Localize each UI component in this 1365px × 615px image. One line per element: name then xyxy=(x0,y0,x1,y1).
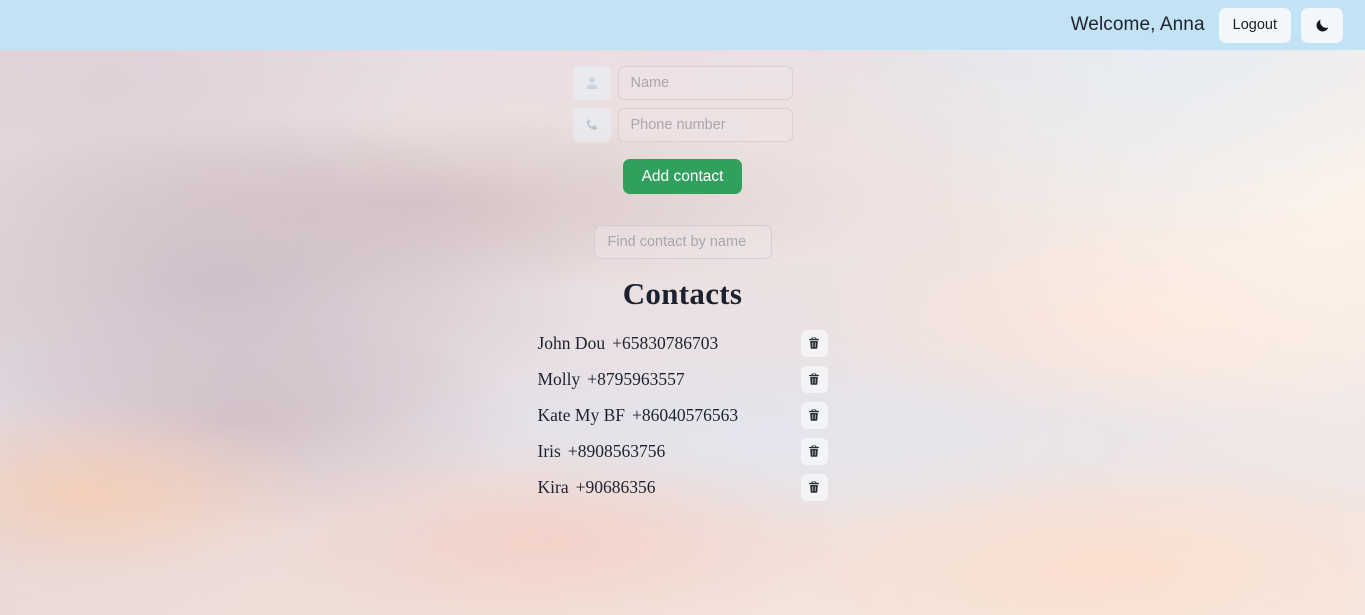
contact-text: Kira +90686356 xyxy=(538,477,656,498)
trash-icon xyxy=(809,445,819,457)
delete-contact-button[interactable] xyxy=(800,473,828,501)
theme-toggle-button[interactable] xyxy=(1301,7,1343,43)
contact-number: +8795963557 xyxy=(587,368,685,389)
contact-list-item: Iris +8908563756 xyxy=(538,433,828,469)
contact-name: Kate My BF xyxy=(537,404,626,425)
delete-contact-button[interactable] xyxy=(800,437,828,465)
main-content: Add contact Contacts John Dou +6583078670… xyxy=(0,50,1365,615)
welcome-text: Welcome, Anna xyxy=(1070,14,1205,35)
logout-button[interactable]: Logout xyxy=(1218,7,1291,43)
trash-icon xyxy=(809,481,819,493)
contact-name: Molly xyxy=(537,368,581,389)
contact-name: Kira xyxy=(537,476,569,497)
contact-number: +8908563756 xyxy=(567,440,666,461)
contact-text: Iris +8908563756 xyxy=(538,441,666,462)
add-contact-button[interactable]: Add contact xyxy=(622,159,743,194)
contacts-list: John Dou +65830786703 Molly +8795963557 Kate… xyxy=(538,325,828,505)
contact-text: John Dou +65830786703 xyxy=(538,333,719,354)
delete-contact-button[interactable] xyxy=(800,401,828,429)
contact-list-item: Kira +90686356 xyxy=(538,469,828,505)
add-contact-form: Add contact xyxy=(572,66,793,194)
phone-number-input[interactable] xyxy=(617,108,793,142)
moon-icon xyxy=(1316,19,1328,31)
contact-name: Iris xyxy=(537,440,561,461)
user-icon xyxy=(572,66,611,100)
trash-icon xyxy=(809,337,819,349)
delete-contact-button[interactable] xyxy=(800,329,828,357)
contact-name: John Dou xyxy=(537,332,606,353)
contact-list-item: John Dou +65830786703 xyxy=(538,325,828,361)
contact-number: +86040576563 xyxy=(632,404,739,425)
contact-list-item: Molly +8795963557 xyxy=(538,361,828,397)
contact-number: +90686356 xyxy=(575,476,656,497)
name-field-row xyxy=(572,66,793,100)
phone-field-row xyxy=(572,108,793,142)
name-input[interactable] xyxy=(617,66,793,100)
trash-icon xyxy=(809,409,819,421)
contact-text: Molly +8795963557 xyxy=(538,369,685,390)
app-root: Welcome, Anna Logout Name Phone number A… xyxy=(0,0,1365,615)
contacts-heading: Contacts xyxy=(622,276,743,311)
find-contact-input[interactable] xyxy=(593,225,772,259)
contact-list-item: Kate My BF +86040576563 xyxy=(538,397,828,433)
app-header: Welcome, Anna Logout xyxy=(0,0,1365,50)
contact-text: Kate My BF +86040576563 xyxy=(538,405,739,426)
delete-contact-button[interactable] xyxy=(800,365,828,393)
contact-number: +65830786703 xyxy=(612,332,719,353)
trash-icon xyxy=(809,373,819,385)
phone-icon xyxy=(572,108,611,142)
